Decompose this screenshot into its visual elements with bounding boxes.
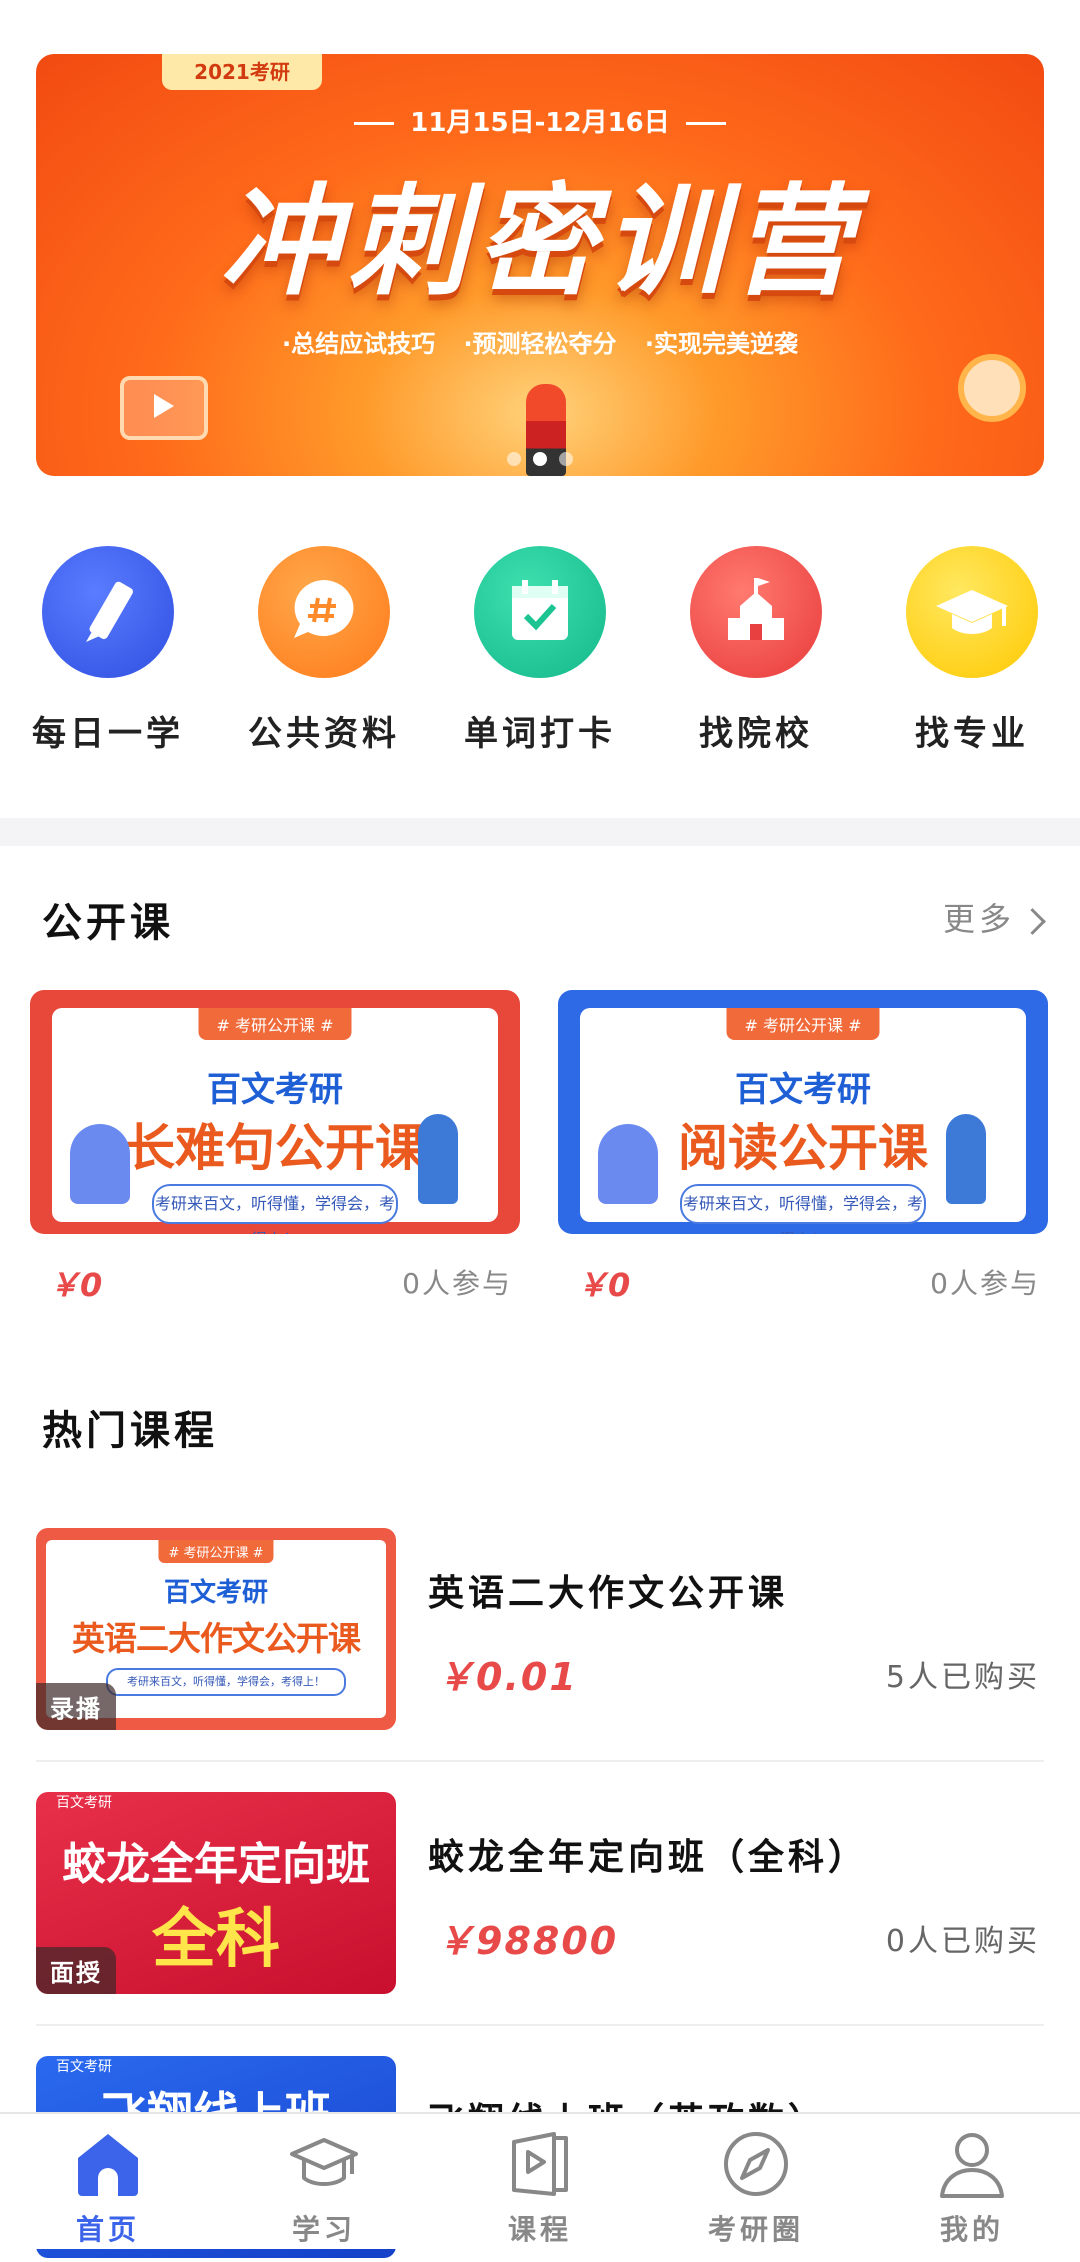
banner-year-tag: 2021考研	[162, 54, 322, 90]
course-price: ￥0	[576, 1266, 631, 1304]
thumb-tag: # 考研公开课 #	[158, 1540, 274, 1563]
quick-item-vocab[interactable]: 单词打卡	[432, 546, 648, 755]
quick-item-school[interactable]: 找院校	[648, 546, 864, 755]
hot-courses-title: 热门课程	[42, 1408, 218, 1454]
compass-icon	[724, 2132, 788, 2196]
nav-label: 课程	[507, 2213, 572, 2246]
course-title: 蛟龙全年定向班（全科）	[428, 1837, 869, 1878]
thumb-paper: # 考研公开课 # 百文考研 长难句公开课 考研来百文，听得懂，学得会，考得上！	[52, 1008, 498, 1234]
alarm-clock-icon	[958, 354, 1026, 422]
nav-community[interactable]: 考研圈	[648, 2114, 864, 2249]
buyer-count: 0人已购买	[885, 1924, 1040, 1959]
list-separator	[36, 1760, 1044, 1762]
thumb-paper: # 考研公开课 # 百文考研 阅读公开课 考研来百文，听得懂，学得会，考得上！	[580, 1008, 1026, 1234]
list-separator	[36, 2024, 1044, 2026]
nav-profile[interactable]: 我的	[864, 2114, 1080, 2249]
course-thumbnail[interactable]: 百文考研 蛟龙全年定向班 全科 面授	[36, 1792, 396, 1994]
banner-dates: 11月15日-12月16日	[36, 102, 1044, 139]
video-book-icon	[512, 2132, 568, 2196]
thumb-brand: 百文考研	[56, 1795, 112, 1811]
section-divider	[0, 818, 1080, 846]
quick-label: 找专业	[915, 714, 1029, 754]
teacher-illustration	[418, 1114, 458, 1204]
thumb-course: 英语二大作文公开课	[72, 1619, 361, 1658]
course-meta: ￥0 0人参与	[558, 1234, 1048, 1304]
chevron-right-icon	[1019, 907, 1046, 935]
participant-count: 0人参与	[402, 1267, 512, 1300]
quick-item-materials[interactable]: 公共资料	[216, 546, 432, 755]
banner-points: ·总结应试技巧 ·预测轻松夺分 ·实现完美逆袭	[281, 330, 799, 358]
course-price: ￥0.01	[436, 1655, 578, 1699]
open-course-card[interactable]: # 考研公开课 # 百文考研 长难句公开课 考研来百文，听得懂，学得会，考得上！…	[30, 990, 520, 1304]
course-type-badge: 面授	[36, 1947, 116, 1994]
mortarboard-icon	[290, 2138, 358, 2186]
user-icon	[940, 2133, 1004, 2198]
thumb-course: 蛟龙全年定向班	[62, 1839, 370, 1890]
student-illustration	[70, 1124, 130, 1204]
course-thumbnail[interactable]: # 考研公开课 # 百文考研 英语二大作文公开课 考研来百文，听得懂，学得会，考…	[36, 1528, 396, 1730]
banner-title: 冲刺密训营	[220, 173, 860, 312]
quick-label: 找院校	[699, 714, 813, 754]
quick-label: 单词打卡	[464, 714, 616, 754]
course-meta: ￥0 0人参与	[30, 1234, 520, 1304]
carousel-dot-active[interactable]	[533, 452, 547, 466]
quick-item-major[interactable]: 找专业	[864, 546, 1080, 755]
quick-item-daily[interactable]: 每日一学	[0, 546, 216, 755]
more-link[interactable]: 更多	[943, 894, 1046, 940]
play-icon	[120, 376, 208, 440]
nav-label: 我的	[939, 2213, 1004, 2246]
nav-courses[interactable]: 课程	[432, 2114, 648, 2249]
chat-hash-icon	[258, 546, 390, 678]
thumb-slogan: 考研来百文，听得懂，学得会，考得上！	[106, 1668, 346, 1696]
nav-label: 学习	[291, 2213, 356, 2246]
calendar-check-icon	[474, 546, 606, 678]
nav-study[interactable]: 学习	[216, 2114, 432, 2249]
open-course-title: 公开课	[42, 900, 174, 946]
nav-home[interactable]: 首页	[0, 2114, 216, 2249]
thumb-tag: # 考研公开课 #	[198, 1008, 352, 1040]
hot-course-item[interactable]: 百文考研 蛟龙全年定向班 全科 面授 蛟龙全年定向班（全科） ￥98800 0人…	[36, 1792, 1044, 1998]
home-icon	[78, 2134, 138, 2196]
course-thumbnail[interactable]: # 考研公开课 # 百文考研 阅读公开课 考研来百文，听得懂，学得会，考得上！	[558, 990, 1048, 1234]
thumb-brand: 百文考研	[735, 1070, 871, 1110]
open-course-card[interactable]: # 考研公开课 # 百文考研 阅读公开课 考研来百文，听得懂，学得会，考得上！ …	[558, 990, 1048, 1304]
course-thumbnail[interactable]: # 考研公开课 # 百文考研 长难句公开课 考研来百文，听得懂，学得会，考得上！	[30, 990, 520, 1234]
promo-banner[interactable]: 2021考研 11月15日-12月16日 冲刺密训营 ·总结应试技巧 ·预测轻松…	[36, 54, 1044, 476]
quick-label: 公共资料	[248, 714, 400, 754]
student-illustration	[598, 1124, 658, 1204]
course-price: ￥98800	[436, 1919, 619, 1963]
thumb-slogan: 考研来百文，听得懂，学得会，考得上！	[152, 1184, 398, 1234]
carousel-dot[interactable]	[507, 452, 521, 466]
thumb-brand: 百文考研	[163, 1578, 268, 1608]
buyer-count: 5人已购买	[885, 1660, 1040, 1695]
thumb-slogan: 考研来百文，听得懂，学得会，考得上！	[680, 1184, 926, 1234]
teacher-illustration	[946, 1114, 986, 1204]
pencil-icon	[42, 546, 174, 678]
graduation-cap-icon	[906, 546, 1038, 678]
nav-label: 首页	[75, 2213, 140, 2246]
course-type-badge: 录播	[36, 1683, 116, 1730]
course-price: ￥0	[48, 1266, 103, 1304]
school-icon	[690, 546, 822, 678]
hot-course-item[interactable]: # 考研公开课 # 百文考研 英语二大作文公开课 考研来百文，听得懂，学得会，考…	[36, 1528, 1044, 1734]
carousel-dots[interactable]	[36, 451, 1044, 470]
thumb-brand: 百文考研	[56, 2059, 112, 2075]
bottom-nav: 首页 学习 课程 考研圈 我的	[0, 2112, 1080, 2249]
participant-count: 0人参与	[930, 1267, 1040, 1300]
nav-label: 考研圈	[707, 2213, 804, 2246]
carousel-dot[interactable]	[559, 452, 573, 466]
thumb-tag: # 考研公开课 #	[726, 1008, 880, 1040]
quick-label: 每日一学	[32, 714, 184, 754]
quick-menu: 每日一学 公共资料 单词打卡 找院校 找专业	[0, 546, 1080, 786]
course-title: 英语二大作文公开课	[428, 1573, 789, 1614]
thumb-brand: 百文考研	[207, 1070, 343, 1110]
